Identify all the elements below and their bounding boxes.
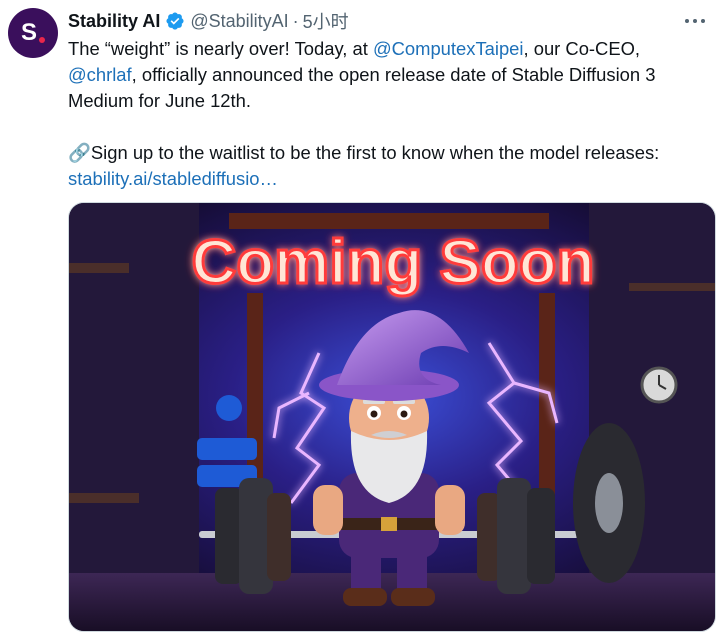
display-name[interactable]: Stability AI xyxy=(68,11,160,32)
link-emoji-icon: 🔗 xyxy=(68,142,91,163)
avatar[interactable]: S xyxy=(8,8,58,58)
mention-computextaipei[interactable]: @ComputexTaipei xyxy=(373,38,524,59)
mention-chrlaf[interactable]: @chrlaf xyxy=(68,64,132,85)
tweet-paragraph-1: The “weight” is nearly over! Today, at @… xyxy=(68,36,716,114)
wizard-weightlifter-image: Coming Soon xyxy=(69,203,715,631)
avatar-dot xyxy=(39,37,45,43)
text-segment: , officially announced the open release … xyxy=(68,64,656,111)
timestamp[interactable]: 5小时 xyxy=(303,8,349,34)
stability-link[interactable]: stability.ai/stablediffusio… xyxy=(68,168,278,189)
verified-badge-icon xyxy=(165,11,185,31)
separator-dot: · xyxy=(292,10,299,31)
text-segment: The “weight” is nearly over! Today, at xyxy=(68,38,373,59)
coming-soon-headline: Coming Soon xyxy=(192,228,595,297)
text-segment: Sign up to the waitlist to be the first … xyxy=(90,142,660,163)
text-segment: , our Co-CEO, xyxy=(523,38,641,59)
tweet-media-image[interactable]: Coming Soon xyxy=(68,202,716,632)
tweet-header: Stability AI @StabilityAI · 5小时 xyxy=(68,9,670,33)
user-handle[interactable]: @StabilityAI xyxy=(190,11,288,32)
avatar-letter: S xyxy=(20,19,37,46)
tweet-paragraph-2: 🔗Sign up to the waitlist to be the first… xyxy=(68,140,716,192)
tweet-text: The “weight” is nearly over! Today, at @… xyxy=(68,36,716,192)
more-options-icon[interactable] xyxy=(680,10,710,32)
